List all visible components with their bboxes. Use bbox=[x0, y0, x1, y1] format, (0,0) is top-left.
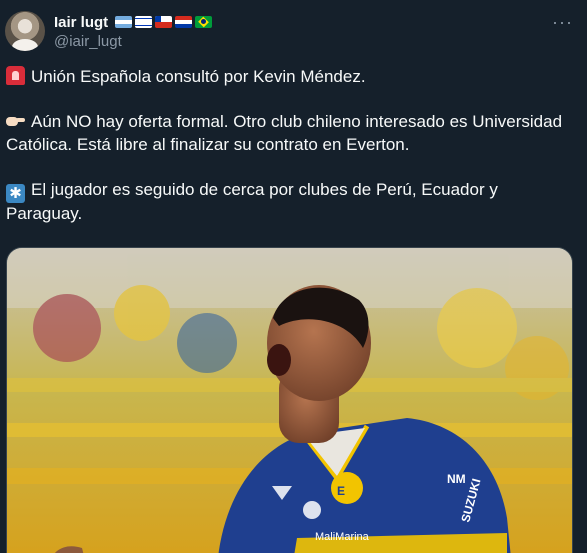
tweet: Iair lugt @iair_lugt ··· Unión Española … bbox=[0, 0, 587, 553]
jersey-sponsor-text: MaliMarina bbox=[315, 531, 370, 543]
more-options-icon[interactable]: ··· bbox=[552, 12, 573, 33]
asterisk-icon: ✱ bbox=[6, 183, 25, 203]
brazil-flag-icon bbox=[195, 16, 213, 28]
author-flags bbox=[115, 16, 213, 28]
paraguay-flag-icon bbox=[175, 16, 193, 28]
author-handle[interactable]: @iair_lugt bbox=[54, 33, 122, 50]
tweet-paragraph-text: Unión Española consultó por Kevin Méndez… bbox=[31, 67, 366, 86]
tweet-paragraph-text: El jugador es seguido de cerca por clube… bbox=[6, 179, 498, 223]
tweet-media-photo[interactable]: E MaliMarina NM SUZUKI bbox=[6, 247, 573, 553]
tweet-paragraph: Aún NO hay oferta formal. Otro club chil… bbox=[6, 111, 576, 156]
author-display-name[interactable]: Iair lugt bbox=[54, 14, 108, 31]
chile-flag-icon bbox=[155, 16, 173, 28]
rotating-light-icon bbox=[6, 66, 25, 85]
svg-text:E: E bbox=[337, 484, 345, 498]
tweet-paragraph-text: Aún NO hay oferta formal. Otro club chil… bbox=[6, 112, 563, 154]
tweet-paragraph: ✱ El jugador es seguido de cerca por club… bbox=[6, 179, 576, 226]
football-player-photo-icon: E MaliMarina NM SUZUKI bbox=[7, 248, 572, 553]
jersey-sleeve-text: NM bbox=[447, 472, 466, 486]
tweet-text: Unión Española consultó por Kevin Méndez… bbox=[6, 66, 576, 248]
avatar[interactable] bbox=[5, 11, 45, 51]
tweet-paragraph: Unión Española consultó por Kevin Méndez… bbox=[6, 66, 576, 89]
israel-flag-icon bbox=[135, 16, 153, 28]
avatar-shirt bbox=[12, 39, 38, 51]
pointing-hand-icon bbox=[6, 111, 25, 130]
author-name-row: Iair lugt bbox=[54, 12, 213, 32]
argentina-flag-icon bbox=[115, 16, 133, 28]
